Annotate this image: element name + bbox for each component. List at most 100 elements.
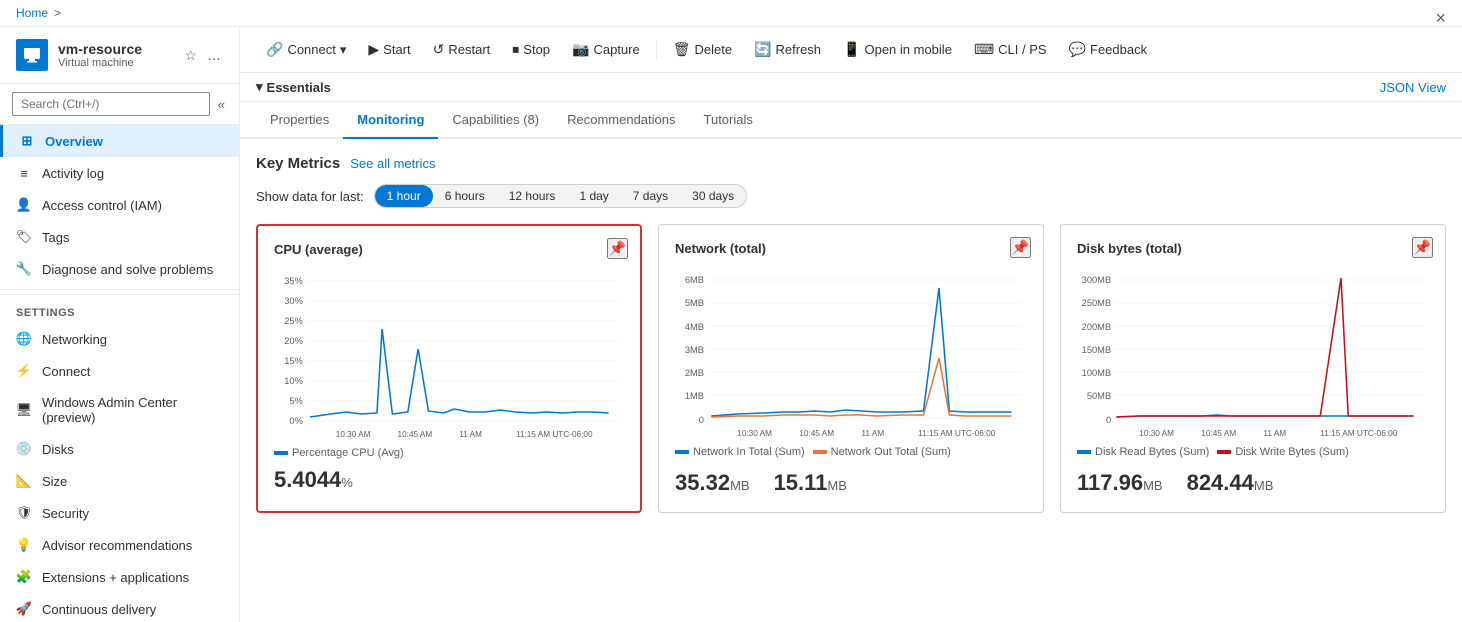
capture-button[interactable]: 📷 Capture (562, 35, 650, 64)
cpu-chart-value: 5.4044% (274, 467, 624, 493)
grid-icon: ⊞ (19, 133, 35, 149)
more-options-btn[interactable]: … (205, 45, 223, 66)
svg-text:1MB: 1MB (685, 391, 704, 401)
sidebar-nav: ⊞ Overview ≡ Activity log 👤 Access contr… (0, 125, 239, 622)
time-option-7d[interactable]: 7 days (621, 185, 680, 207)
tab-capabilities[interactable]: Capabilities (8) (438, 102, 553, 139)
sidebar-item-label: Access control (IAM) (42, 198, 162, 213)
sidebar-item-advisor[interactable]: 💡 Advisor recommendations (0, 529, 239, 561)
sidebar-item-label: Diagnose and solve problems (42, 262, 213, 277)
sidebar-item-windows-admin[interactable]: 🖥 Windows Admin Center (preview) (0, 387, 239, 433)
network-chart-title: Network (total) (675, 241, 1027, 256)
sidebar-item-diagnose[interactable]: 🔧 Diagnose and solve problems (0, 253, 239, 285)
admin-icon: 🖥 (16, 402, 32, 418)
refresh-button[interactable]: 🔄 Refresh (744, 35, 831, 64)
svg-text:250MB: 250MB (1082, 298, 1112, 308)
feedback-icon: 💬 (1069, 41, 1086, 58)
tab-properties[interactable]: Properties (256, 102, 343, 139)
time-option-6h[interactable]: 6 hours (433, 185, 497, 207)
advisor-icon: 💡 (16, 537, 32, 553)
svg-text:11:15 AM UTC-06:00: 11:15 AM UTC-06:00 (918, 429, 996, 438)
cpu-chart-card: CPU (average) 📌 35% 30% 25% 20% 15% 10% (256, 224, 642, 513)
monitoring-panel: Key Metrics See all metrics Show data fo… (240, 139, 1462, 529)
network-out-dot (813, 450, 827, 454)
sidebar-item-tags[interactable]: 🏷 Tags (0, 221, 239, 253)
sidebar-item-security[interactable]: 🛡 Security (0, 497, 239, 529)
tabs-bar: Properties Monitoring Capabilities (8) R… (240, 102, 1462, 139)
json-view-link[interactable]: JSON View (1380, 80, 1446, 95)
svg-text:5%: 5% (289, 396, 302, 406)
svg-text:25%: 25% (284, 316, 303, 326)
svg-text:0: 0 (1106, 415, 1111, 425)
cpu-chart-pin-btn[interactable]: 📌 (607, 238, 628, 259)
computer-icon (22, 45, 42, 65)
disk-chart-pin-btn[interactable]: 📌 (1412, 237, 1433, 258)
vm-icon (16, 39, 48, 71)
sidebar-item-networking[interactable]: 🌐 Networking (0, 323, 239, 355)
cli-ps-button[interactable]: ⌨ CLI / PS (964, 35, 1057, 64)
svg-text:10:45 AM: 10:45 AM (799, 429, 834, 438)
collapse-sidebar-btn[interactable]: « (216, 95, 227, 114)
network-chart-pin-btn[interactable]: 📌 (1010, 237, 1031, 258)
sidebar-item-continuous-delivery[interactable]: 🚀 Continuous delivery (0, 593, 239, 622)
restart-button[interactable]: ↺ Restart (423, 35, 501, 64)
network-chart-card: Network (total) 📌 6MB 5MB 4MB 3MB 2MB 1M… (658, 224, 1044, 513)
sidebar-item-label: Extensions + applications (42, 570, 189, 585)
stop-button[interactable]: ⏹ Stop (502, 35, 560, 64)
search-input[interactable] (12, 92, 210, 116)
network-in-value: 35.32MB (675, 470, 750, 496)
time-option-1h[interactable]: 1 hour (375, 185, 433, 207)
cpu-chart-legend: Percentage CPU (Avg) (274, 447, 624, 459)
tab-tutorials[interactable]: Tutorials (690, 102, 767, 139)
breadcrumb-home[interactable]: Home (16, 6, 48, 20)
search-box: « (0, 84, 239, 125)
sidebar-item-label: Activity log (42, 166, 104, 181)
sidebar-item-access-control[interactable]: 👤 Access control (IAM) (0, 189, 239, 221)
disk-write-value: 824.44MB (1187, 470, 1274, 496)
network-chart-values: 35.32MB 15.11MB (675, 462, 1027, 496)
svg-text:11 AM: 11 AM (459, 430, 482, 439)
svg-text:11 AM: 11 AM (861, 429, 884, 438)
open-mobile-button[interactable]: 📱 Open in mobile (833, 35, 962, 64)
svg-text:10%: 10% (284, 376, 303, 386)
sidebar-item-connect[interactable]: ⚡ Connect (0, 355, 239, 387)
network-chart-legend: Network In Total (Sum) Network Out Total… (675, 446, 1027, 458)
sidebar-item-overview[interactable]: ⊞ Overview (0, 125, 239, 157)
svg-text:10:30 AM: 10:30 AM (336, 430, 371, 439)
svg-text:35%: 35% (284, 276, 303, 286)
tab-monitoring[interactable]: Monitoring (343, 102, 438, 139)
disk-icon: 💿 (16, 441, 32, 457)
delete-button[interactable]: 🗑 Delete (663, 35, 742, 64)
svg-text:4MB: 4MB (685, 322, 704, 332)
time-option-12h[interactable]: 12 hours (497, 185, 568, 207)
sidebar-item-disks[interactable]: 💿 Disks (0, 433, 239, 465)
sidebar-item-size[interactable]: 📐 Size (0, 465, 239, 497)
disk-chart: 300MB 250MB 200MB 150MB 100MB 50MB 0 (1077, 268, 1429, 438)
sidebar-item-label: Size (42, 474, 67, 489)
close-button[interactable]: × (1435, 27, 1446, 29)
start-button[interactable]: ▶ Start (358, 35, 420, 64)
sidebar-item-extensions[interactable]: 🧩 Extensions + applications (0, 561, 239, 593)
time-option-1d[interactable]: 1 day (567, 185, 620, 207)
sidebar-item-label: Disks (42, 442, 74, 457)
see-all-metrics-link[interactable]: See all metrics (350, 156, 435, 171)
sidebar-item-label: Continuous delivery (42, 602, 156, 617)
connect-button[interactable]: 🔗 Connect ▾ (256, 35, 356, 64)
network-out-value: 15.11MB (774, 470, 847, 496)
sidebar-item-activity-log[interactable]: ≡ Activity log (0, 157, 239, 189)
time-filter-label: Show data for last: (256, 189, 364, 204)
key-metrics-header: Key Metrics See all metrics (256, 155, 1446, 172)
essentials-toggle[interactable]: ▾ Essentials (256, 79, 331, 95)
tab-recommendations[interactable]: Recommendations (553, 102, 689, 139)
disk-chart-card: Disk bytes (total) 📌 300MB 250MB 200MB 1… (1060, 224, 1446, 513)
sidebar: vm-resource Virtual machine ☆ … « ⊞ Over… (0, 27, 240, 622)
time-option-30d[interactable]: 30 days (680, 185, 746, 207)
svg-text:0%: 0% (289, 416, 302, 426)
sidebar-item-label: Security (42, 506, 89, 521)
svg-text:6MB: 6MB (685, 275, 704, 285)
connect-icon: ⚡ (16, 363, 32, 379)
svg-text:150MB: 150MB (1082, 345, 1112, 355)
favorite-icon-btn[interactable]: ☆ (182, 45, 199, 66)
nav-divider (0, 289, 239, 290)
feedback-button[interactable]: 💬 Feedback (1059, 35, 1158, 64)
